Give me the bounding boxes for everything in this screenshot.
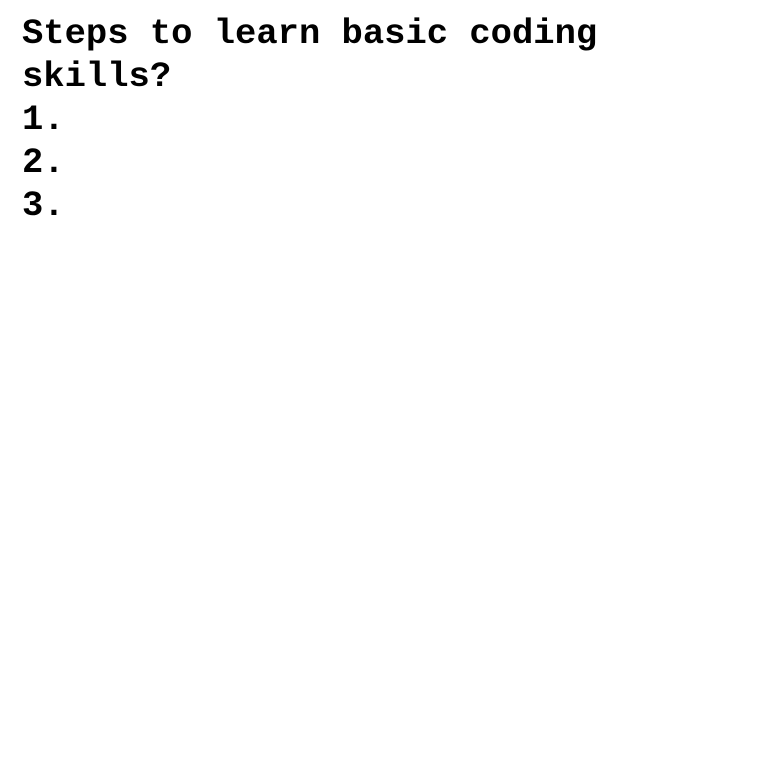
- step-item-2: 2.: [22, 142, 65, 183]
- page-title: Steps to learn basic coding skills?: [22, 12, 742, 98]
- document-page: Steps to learn basic coding skills? 1. 2.…: [22, 12, 742, 227]
- steps-list: 1. 2. 3.: [22, 98, 742, 227]
- step-item-1: 1.: [22, 99, 65, 140]
- title-line-2: skills?: [22, 56, 172, 97]
- title-line-1: Steps to learn basic coding: [22, 13, 598, 54]
- step-item-3: 3.: [22, 185, 65, 226]
